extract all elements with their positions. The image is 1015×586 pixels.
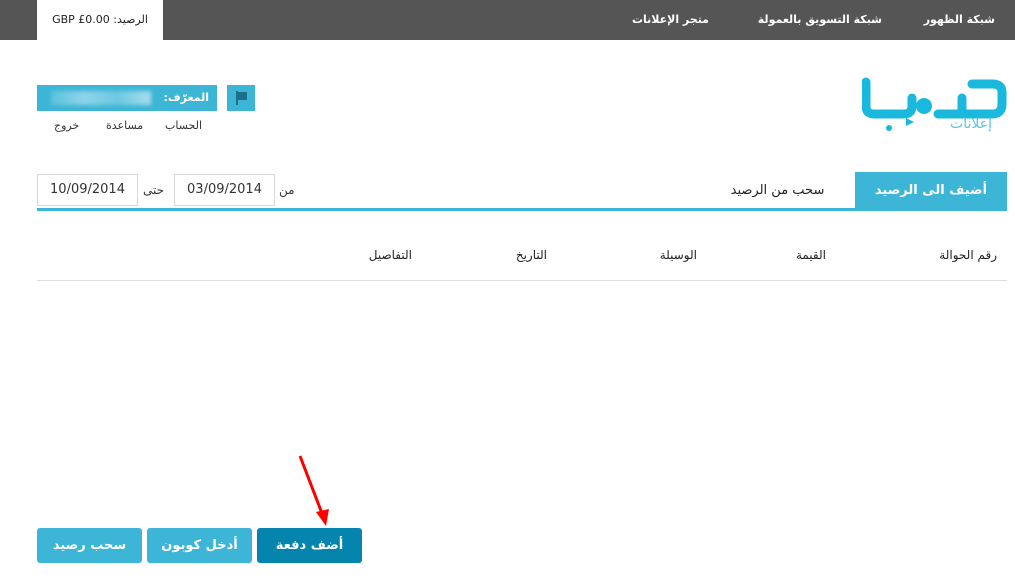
tab-add-balance[interactable]: أضيف الى الرصيد (855, 172, 1007, 210)
tab-withdraw-balance[interactable]: سحب من الرصيد (700, 172, 855, 210)
account-link[interactable]: الحساب (165, 119, 202, 132)
flag-icon (236, 91, 247, 105)
flag-button[interactable] (227, 85, 255, 111)
from-label: من (279, 183, 295, 197)
balance-display: الرصيد: GBP £0.00 (37, 0, 163, 40)
col-details: التفاصيل (368, 248, 412, 262)
col-amount: القيمة (795, 248, 826, 262)
table-divider (37, 280, 1007, 281)
col-method: الوسيلة (659, 248, 697, 262)
user-id-box: المعرّف: (37, 85, 217, 111)
logo[interactable]: إعلانات (861, 76, 1008, 132)
enter-coupon-button[interactable]: أدخل كوبون (147, 528, 252, 563)
help-link[interactable]: مساعدة (106, 119, 143, 132)
logout-link[interactable]: خروج (54, 119, 79, 132)
logo-subtitle: إعلانات (950, 116, 992, 132)
logo-mark: إعلانات (861, 77, 1007, 132)
add-payment-button[interactable]: أضف دفعة (257, 528, 362, 563)
nav-ads-store[interactable]: متجر الإعلانات (632, 0, 709, 40)
col-transfer-number: رقم الحوالة (939, 248, 997, 262)
tab-underline (37, 208, 1007, 211)
nav-visibility-network[interactable]: شبكة الظهور (924, 0, 995, 40)
annotation-arrow-icon (298, 455, 329, 526)
withdraw-button[interactable]: سحب رصيد (37, 528, 142, 563)
user-id-redacted (51, 91, 151, 105)
from-date-input[interactable]: 03/09/2014 (174, 174, 275, 206)
user-id-label: المعرّف: (163, 91, 209, 104)
nav-affiliate-network[interactable]: شبكة التسويق بالعمولة (758, 0, 882, 40)
col-date: التاريخ (515, 248, 547, 262)
to-date-input[interactable]: 10/09/2014 (37, 174, 138, 206)
to-label: حتى (143, 183, 165, 197)
